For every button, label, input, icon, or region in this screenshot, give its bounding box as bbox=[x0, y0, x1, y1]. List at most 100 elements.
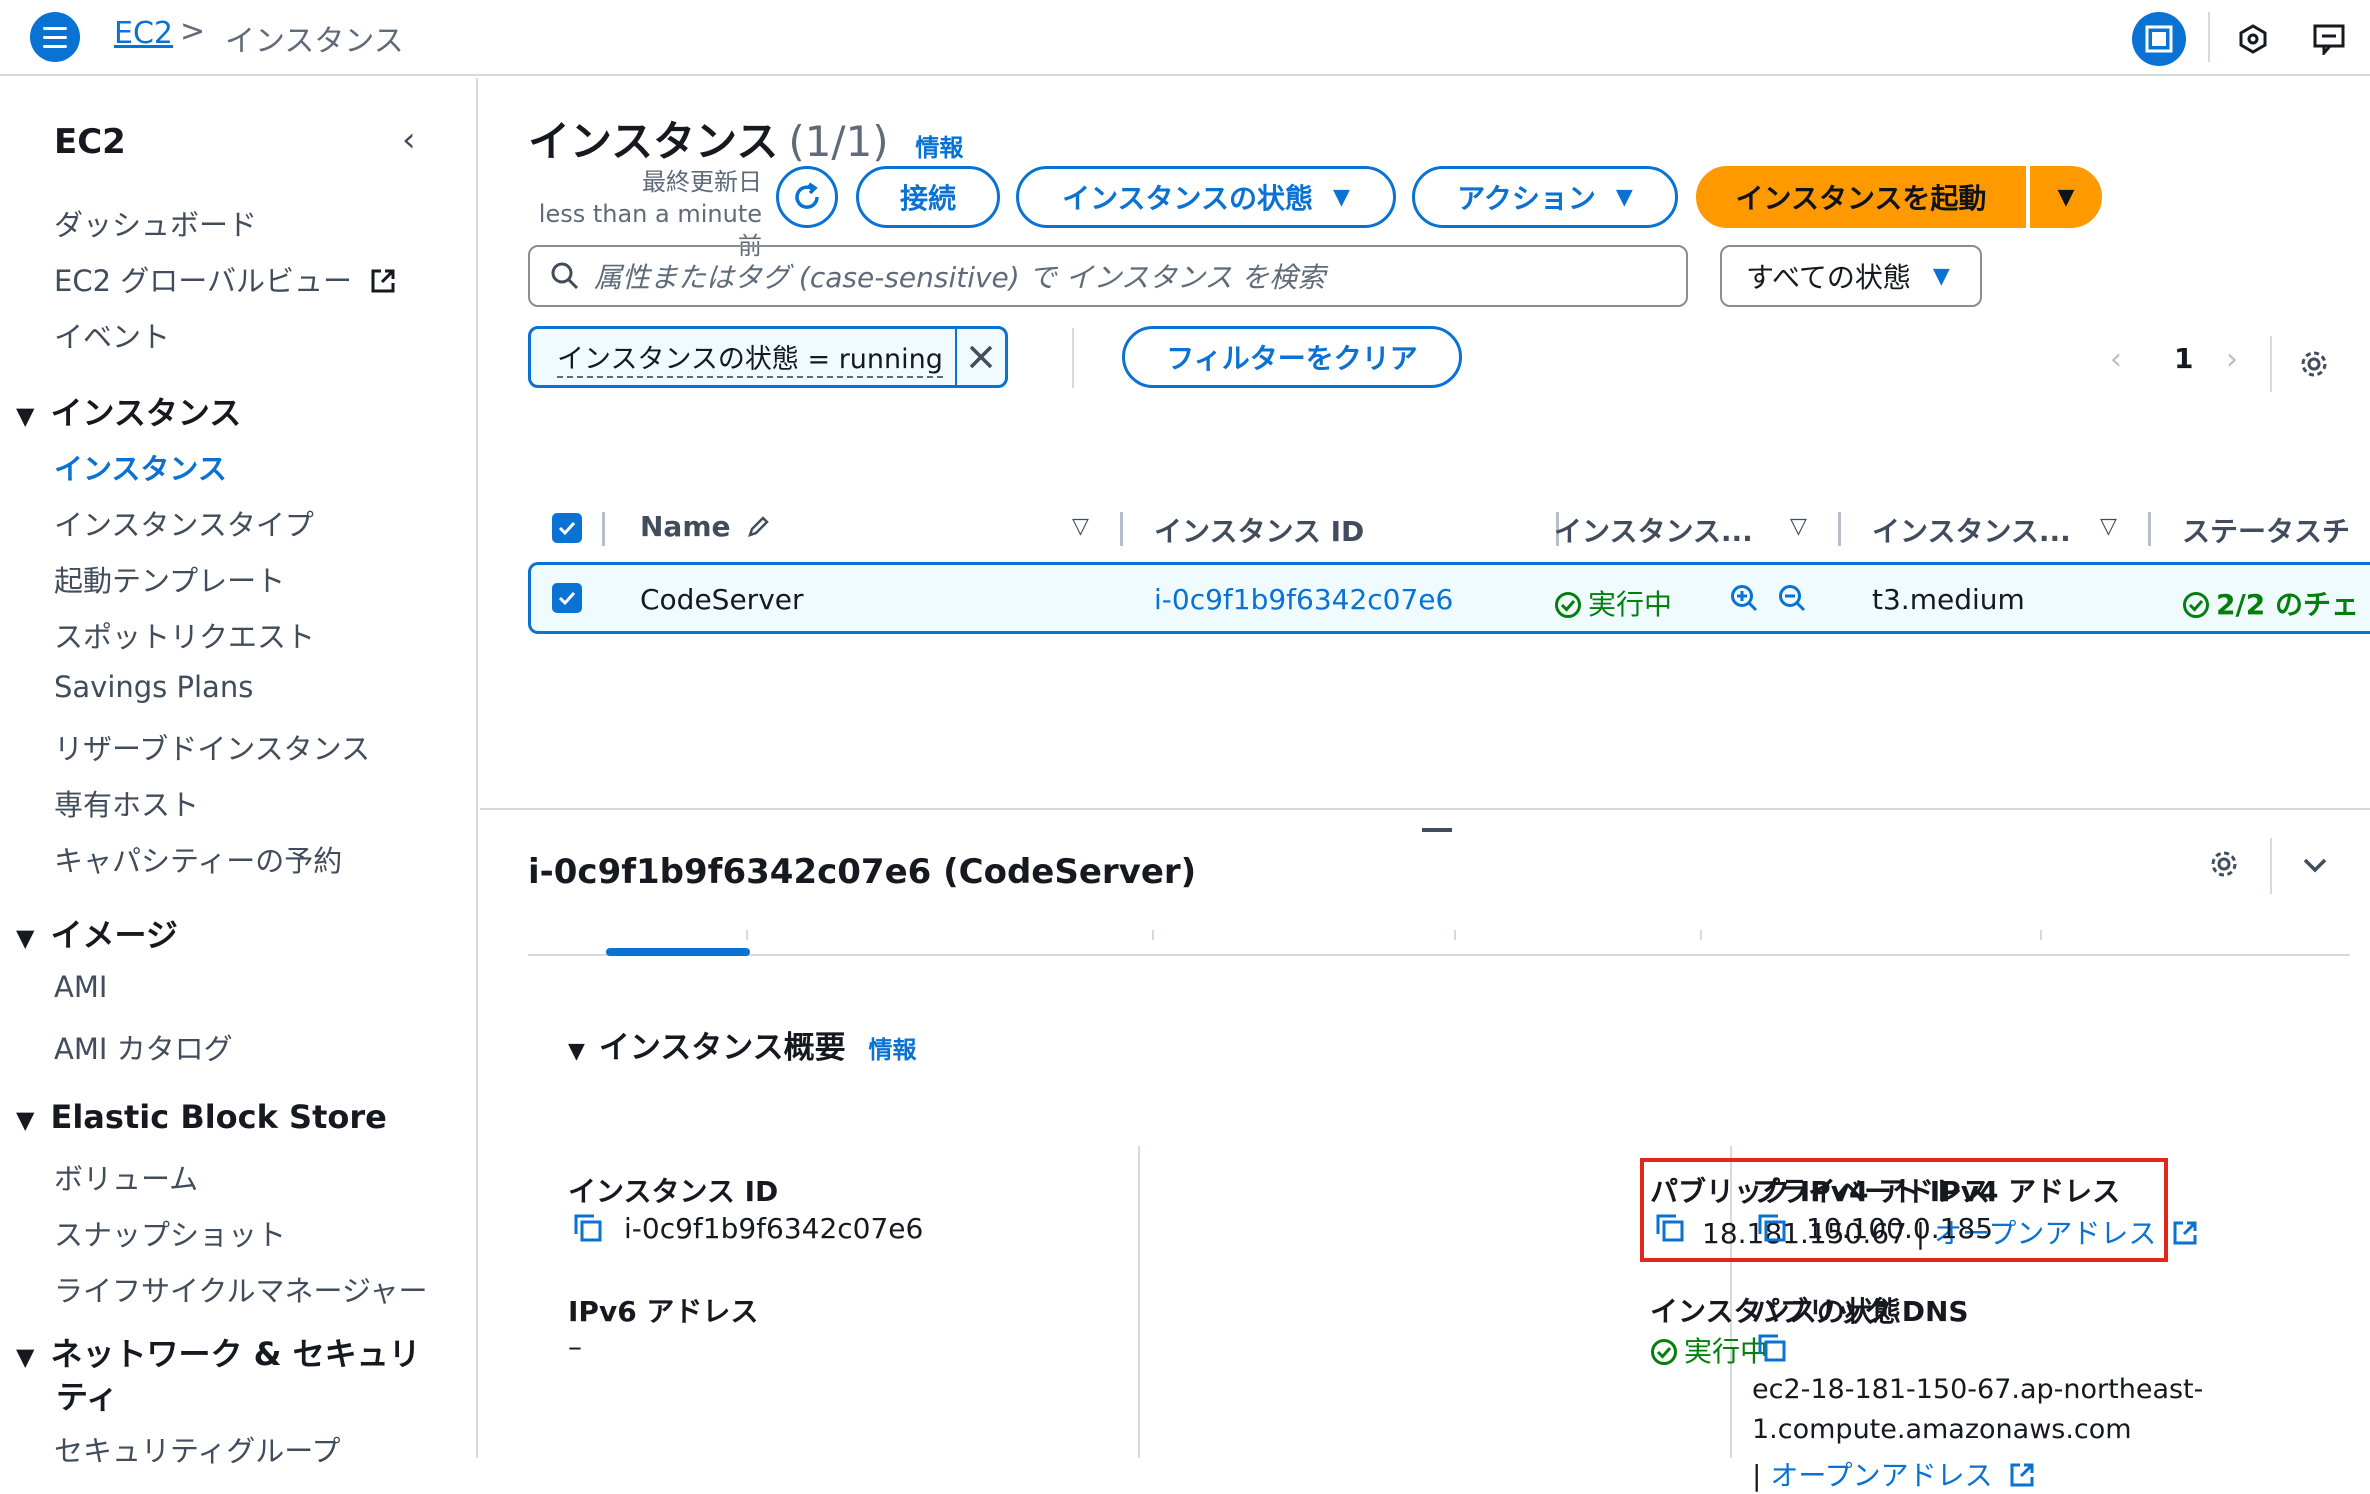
sort-icon[interactable]: ▽ bbox=[1790, 514, 1807, 539]
copy-icon[interactable] bbox=[572, 1212, 604, 1244]
public-dns-value-line2: 1.compute.amazonaws.com bbox=[1752, 1414, 2132, 1445]
sidebar-item-lifecycle-manager[interactable]: ライフサイクルマネージャー bbox=[54, 1268, 428, 1310]
refresh-button[interactable] bbox=[776, 166, 838, 228]
sidebar-item-spot-requests[interactable]: スポットリクエスト bbox=[54, 614, 315, 656]
zoom-in-icon[interactable] bbox=[1729, 583, 1759, 617]
search-placeholder: 属性またはタグ (case-sensitive) で インスタンス を検索 bbox=[594, 261, 1326, 294]
cell-instance-state: 実行中 bbox=[1554, 583, 1672, 623]
external-link-icon bbox=[2173, 1221, 2197, 1245]
sidebar-item-snapshots[interactable]: スナップショット bbox=[54, 1212, 286, 1254]
caret-down-icon: ▼ bbox=[16, 402, 35, 430]
edit-icon bbox=[748, 516, 770, 537]
copy-icon[interactable] bbox=[1756, 1212, 1788, 1244]
breadcrumb-ec2-link[interactable]: EC2 bbox=[114, 16, 173, 51]
main-content: インスタンス (1/1) 情報 最終更新日 less than a minute … bbox=[480, 78, 2370, 1492]
chevron-down-icon[interactable] bbox=[2300, 850, 2330, 884]
sidebar-item-savings-plans[interactable]: Savings Plans bbox=[54, 670, 253, 704]
row-checkbox[interactable] bbox=[552, 583, 582, 613]
sidebar-item-global-view[interactable]: EC2 グローバルビュー bbox=[54, 258, 397, 300]
cell-status-check: 2/2 のチェ bbox=[2182, 583, 2359, 623]
column-header-name[interactable]: Name bbox=[640, 510, 770, 543]
menu-icon[interactable] bbox=[30, 12, 80, 62]
caret-down-icon: ▼ bbox=[16, 1106, 35, 1134]
connect-button[interactable]: 接続 bbox=[856, 166, 1000, 228]
ipv6-value: – bbox=[568, 1330, 582, 1363]
clear-filters-button[interactable]: フィルターをクリア bbox=[1122, 326, 1462, 388]
sidebar-section-images[interactable]: ▼ イメージ bbox=[16, 910, 178, 956]
detail-panel-title: i-0c9f1b9f6342c07e6 (CodeServer) bbox=[528, 852, 1197, 892]
instance-id-label: インスタンス ID bbox=[568, 1175, 779, 1208]
public-dns-open: | オープンアドレス bbox=[1752, 1454, 2036, 1494]
split-panel-divider bbox=[480, 808, 2370, 810]
sidebar-item-ami-catalog[interactable]: AMI カタログ bbox=[54, 1026, 233, 1068]
top-navigation-bar: EC2 > インスタンス bbox=[0, 0, 2370, 76]
state-filter-select[interactable]: すべての状態 ▼ bbox=[1720, 245, 1982, 307]
sort-icon[interactable]: ▽ bbox=[2100, 514, 2117, 539]
sidebar-section-ebs[interactable]: ▼ Elastic Block Store bbox=[16, 1098, 387, 1136]
sidebar-item-instances[interactable]: インスタンス bbox=[54, 446, 227, 488]
sidebar-item-instance-types[interactable]: インスタンスタイプ bbox=[54, 502, 314, 544]
copy-icon[interactable] bbox=[1756, 1332, 1788, 1364]
table-settings-icon[interactable] bbox=[2298, 348, 2330, 384]
filter-token-label[interactable]: インスタンスの状態 = running bbox=[531, 329, 957, 385]
resize-handle[interactable] bbox=[1422, 828, 1452, 832]
table-row[interactable]: CodeServer i-0c9f1b9f6342c07e6 実行中 t3.me… bbox=[528, 562, 2370, 634]
launch-instance-dropdown[interactable]: ▼ bbox=[2030, 166, 2102, 228]
search-input[interactable]: 属性またはタグ (case-sensitive) で インスタンス を検索 bbox=[528, 245, 1688, 307]
tab-details-active-indicator[interactable] bbox=[606, 948, 750, 956]
actions-dropdown[interactable]: アクション ▼ bbox=[1412, 166, 1678, 228]
sidebar-item-dedicated-hosts[interactable]: 専有ホスト bbox=[54, 782, 199, 824]
column-header-status-check[interactable]: ステータスチ bbox=[2182, 510, 2350, 550]
check-circle-icon bbox=[2183, 592, 2209, 618]
refresh-icon bbox=[795, 182, 819, 209]
column-header-instance-type[interactable]: インスタンス... bbox=[1872, 510, 2071, 550]
prev-page-icon[interactable]: ‹ bbox=[2110, 342, 2122, 377]
sidebar-item-volumes[interactable]: ボリューム bbox=[54, 1156, 198, 1198]
sort-icon[interactable]: ▽ bbox=[1072, 514, 1089, 539]
sidebar-section-network-security[interactable]: ▼ ネットワーク & セキュリ ティ bbox=[16, 1334, 421, 1417]
sidebar-item-ami[interactable]: AMI bbox=[54, 970, 107, 1004]
sidebar-section-instances[interactable]: ▼ インスタンス bbox=[16, 388, 241, 434]
sidebar-item-dashboard[interactable]: ダッシュボード bbox=[54, 202, 257, 244]
page-number[interactable]: 1 bbox=[2174, 342, 2193, 375]
info-link[interactable]: 情報 bbox=[915, 134, 963, 162]
private-ip-label: プライベート IPv4 アドレス bbox=[1752, 1175, 2121, 1208]
ipv6-label: IPv6 アドレス bbox=[568, 1295, 759, 1328]
breadcrumb-current: インスタンス bbox=[225, 24, 404, 59]
sidebar-item-launch-templates[interactable]: 起動テンプレート bbox=[54, 558, 285, 600]
sidebar-item-events[interactable]: イベント bbox=[54, 314, 170, 356]
hexagon-settings-icon[interactable] bbox=[2226, 12, 2280, 66]
instance-state-value: 実行中 bbox=[1650, 1330, 1768, 1370]
collapse-sidebar-icon[interactable]: ‹ bbox=[402, 120, 416, 160]
remove-filter-button[interactable] bbox=[957, 329, 1005, 385]
check-circle-icon bbox=[1651, 1339, 1677, 1365]
copy-icon[interactable] bbox=[1654, 1212, 1686, 1244]
instance-state-dropdown[interactable]: インスタンスの状態 ▼ bbox=[1016, 166, 1396, 228]
caret-down-icon: ▼ bbox=[16, 924, 35, 952]
launch-instance-button[interactable]: インスタンスを起動 bbox=[1696, 166, 2026, 228]
open-address-link[interactable]: オープンアドレス bbox=[1770, 1459, 1992, 1492]
side-navigation: EC2 ‹ ダッシュボード EC2 グローバルビュー イベント ▼ インスタンス … bbox=[0, 78, 478, 1468]
cell-name: CodeServer bbox=[640, 583, 804, 616]
cell-instance-type: t3.medium bbox=[1872, 583, 2025, 616]
zoom-out-icon[interactable] bbox=[1777, 583, 1807, 617]
external-link-icon bbox=[2010, 1463, 2034, 1487]
next-page-icon[interactable]: › bbox=[2226, 342, 2238, 377]
instance-id-value: i-0c9f1b9f6342c07e6 bbox=[624, 1212, 924, 1245]
public-dns-value-line1: ec2-18-181-150-67.ap-northeast- bbox=[1752, 1374, 2204, 1405]
instance-summary-header[interactable]: ▼ インスタンス概要 情報 bbox=[568, 1022, 916, 1067]
split-panel-icon[interactable] bbox=[2132, 12, 2186, 66]
sidebar-item-capacity-reservations[interactable]: キャパシティーの予約 bbox=[54, 838, 342, 880]
detail-tabs bbox=[528, 954, 2350, 956]
panel-settings-icon[interactable] bbox=[2208, 848, 2240, 884]
select-all-checkbox[interactable] bbox=[552, 513, 582, 543]
column-header-instance-id[interactable]: インスタンス ID bbox=[1154, 510, 1364, 550]
sidebar-item-security-groups[interactable]: セキュリティグループ bbox=[54, 1428, 341, 1470]
caret-down-icon: ▼ bbox=[2057, 184, 2075, 210]
public-dns-label: パブリック DNS bbox=[1752, 1295, 1969, 1328]
cell-instance-id-link[interactable]: i-0c9f1b9f6342c07e6 bbox=[1154, 583, 1453, 616]
info-link[interactable]: 情報 bbox=[868, 1036, 916, 1064]
sidebar-item-reserved-instances[interactable]: リザーブドインスタンス bbox=[54, 726, 370, 768]
column-header-instance-state[interactable]: インスタンス... bbox=[1554, 510, 1753, 550]
feedback-icon[interactable] bbox=[2302, 12, 2356, 66]
